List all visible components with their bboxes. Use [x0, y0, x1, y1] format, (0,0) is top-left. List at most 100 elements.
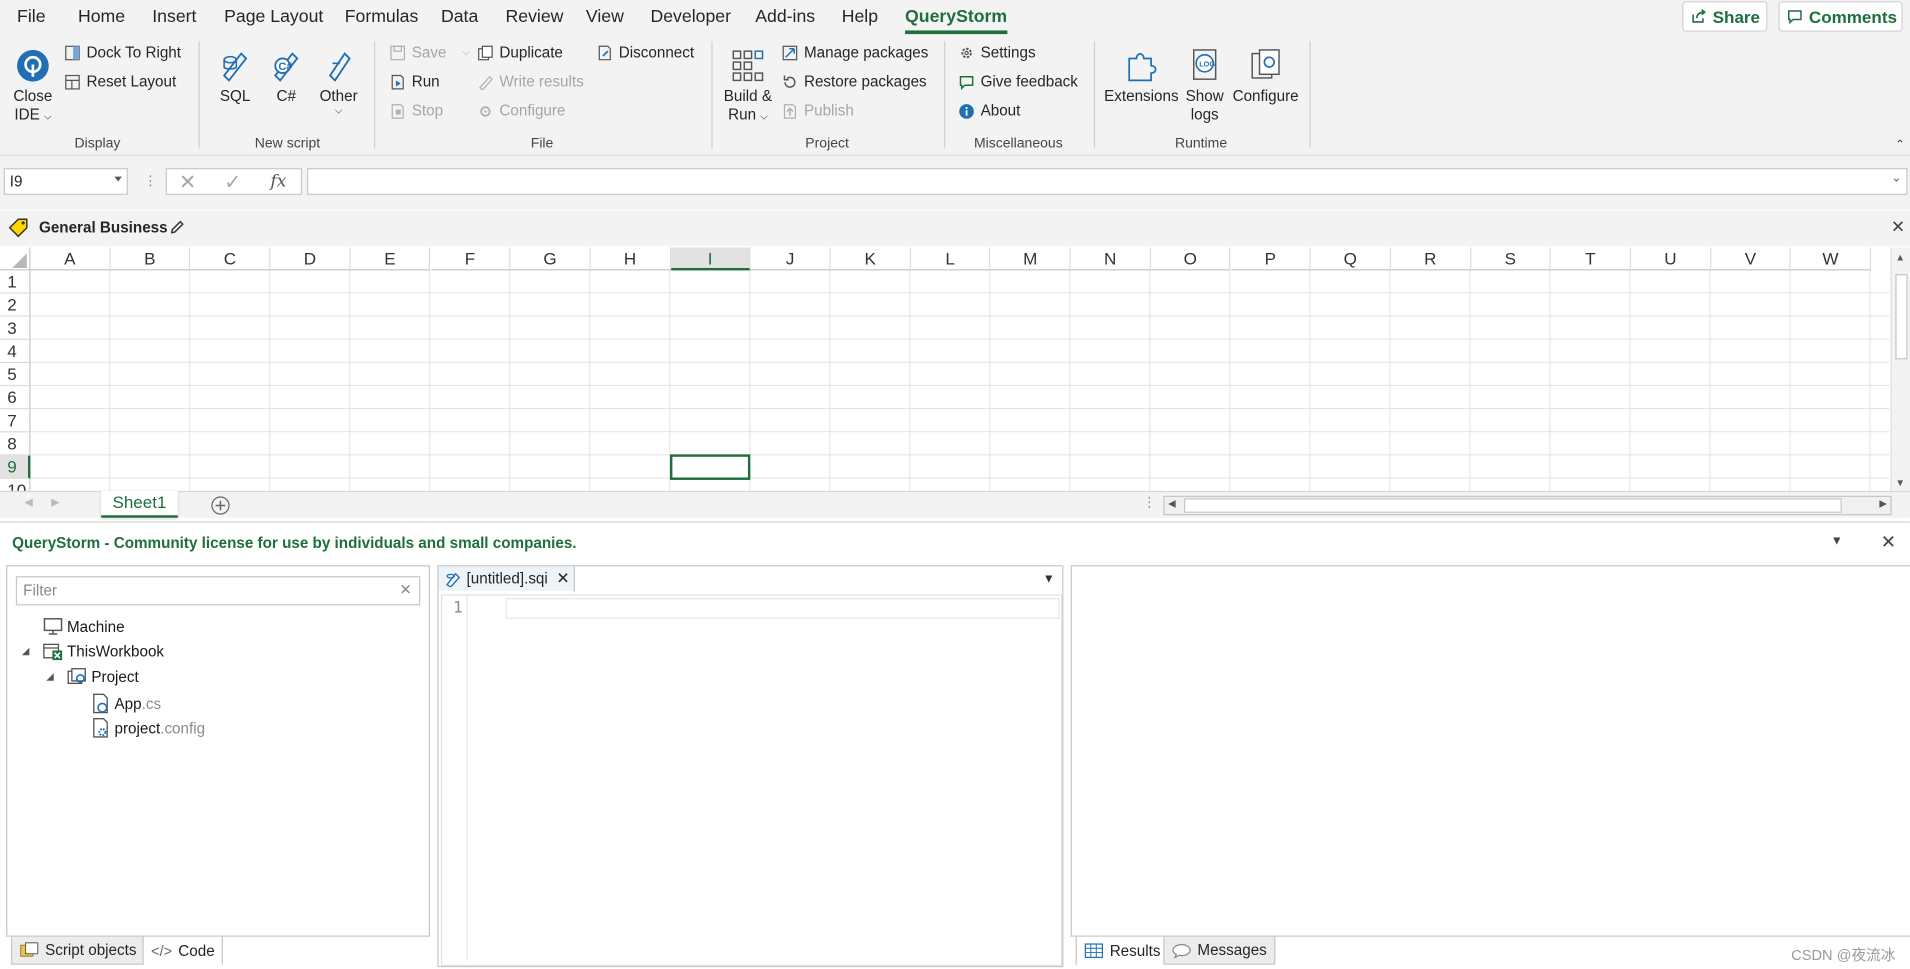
tab-help[interactable]: Help — [842, 7, 878, 26]
row-header[interactable]: 6 — [0, 386, 31, 410]
pencil-icon[interactable] — [169, 219, 185, 235]
column-header[interactable]: A — [30, 247, 111, 271]
run-button[interactable]: Run — [390, 73, 440, 90]
tab-overflow-icon[interactable]: ▼ — [1043, 573, 1055, 586]
row-header[interactable]: 7 — [0, 409, 31, 433]
new-csharp-script-button[interactable]: C# C# — [266, 44, 307, 106]
give-feedback-button[interactable]: Give feedback — [959, 73, 1078, 90]
settings-button[interactable]: Settings — [959, 44, 1036, 61]
column-header[interactable]: M — [990, 247, 1071, 271]
scroll-right-icon[interactable]: ▶ — [1879, 498, 1886, 509]
disconnect-button[interactable]: Disconnect — [597, 44, 694, 61]
column-header[interactable]: P — [1230, 247, 1311, 271]
comments-button[interactable]: Comments — [1778, 1, 1903, 32]
column-header[interactable]: K — [830, 247, 911, 271]
tab-page-layout[interactable]: Page Layout — [224, 7, 323, 26]
expand-triangle-icon[interactable]: ◢ — [22, 646, 39, 657]
insert-function-icon[interactable]: fx — [270, 172, 286, 191]
select-all-corner[interactable] — [0, 247, 31, 271]
configure-file-button[interactable]: Configure — [477, 102, 565, 119]
column-header[interactable]: G — [510, 247, 591, 271]
extensions-button[interactable]: Extensions — [1102, 44, 1180, 106]
column-header[interactable]: R — [1390, 247, 1471, 271]
cancel-icon[interactable]: ✕ — [179, 171, 196, 195]
sheet-tab-sheet1[interactable]: Sheet1 — [101, 490, 178, 518]
cells-area[interactable] — [30, 270, 1890, 491]
horizontal-scrollbar[interactable]: ◀ ▶ — [1163, 495, 1892, 516]
tab-review[interactable]: Review — [506, 7, 564, 26]
tab-home[interactable]: Home — [78, 7, 125, 26]
column-header[interactable]: E — [350, 247, 431, 271]
column-header[interactable]: W — [1791, 247, 1872, 271]
write-results-button[interactable]: Write results — [477, 73, 584, 90]
filter-input[interactable]: Filter ✕ — [15, 576, 421, 606]
stop-button[interactable]: Stop — [390, 102, 443, 119]
tree-item-project[interactable]: ◢ Project — [46, 668, 139, 686]
column-header[interactable]: L — [910, 247, 991, 271]
row-header[interactable]: 1 — [0, 270, 31, 294]
collapse-ribbon-icon[interactable]: ⌃ — [1895, 139, 1905, 152]
column-header[interactable]: C — [190, 247, 271, 271]
tab-file[interactable]: File — [17, 7, 45, 26]
tree-item-app-cs[interactable]: App .cs — [91, 693, 161, 714]
column-header[interactable]: T — [1551, 247, 1632, 271]
show-logs-button[interactable]: LOG Show logs — [1182, 44, 1228, 124]
prev-sheet-icon[interactable]: ◀ — [24, 496, 32, 509]
new-other-script-button[interactable]: Other ⌵ — [314, 44, 363, 116]
scroll-up-icon[interactable]: ▲ — [1895, 252, 1905, 263]
hscrollbar-thumb[interactable] — [1183, 498, 1842, 513]
column-header[interactable]: B — [110, 247, 191, 271]
column-header[interactable]: J — [750, 247, 831, 271]
spreadsheet-grid[interactable]: ABCDEFGHIJKLMNOPQRSTUVW 1 2 3 4 5 6 7 8 9 10 ▲ ▼ — [0, 247, 1910, 491]
split-handle-icon[interactable]: ⋮ — [1143, 495, 1156, 511]
column-header[interactable]: S — [1470, 247, 1551, 271]
row-header[interactable]: 3 — [0, 316, 31, 340]
dock-to-right-button[interactable]: Dock To Right — [65, 44, 181, 61]
tab-add-ins[interactable]: Add-ins — [755, 7, 815, 26]
column-header[interactable]: I — [670, 247, 751, 271]
duplicate-button[interactable]: Duplicate — [477, 44, 563, 61]
column-header[interactable]: O — [1150, 247, 1231, 271]
column-header[interactable]: H — [590, 247, 671, 271]
row-header[interactable]: 2 — [0, 293, 31, 317]
add-sheet-icon[interactable] — [211, 496, 230, 515]
row-header[interactable]: 5 — [0, 362, 31, 387]
close-ide-button[interactable]: Close IDE ⌵ — [7, 44, 58, 126]
scrollbar-thumb[interactable] — [1895, 274, 1908, 360]
tab-results[interactable]: Results — [1075, 935, 1169, 965]
share-button[interactable]: Share — [1682, 1, 1768, 32]
row-header[interactable]: 9 — [0, 455, 31, 479]
reset-layout-button[interactable]: Reset Layout — [65, 73, 176, 90]
new-sql-script-button[interactable]: SQL — [212, 44, 258, 106]
row-header[interactable]: 10 — [0, 478, 31, 491]
column-header[interactable]: F — [430, 247, 511, 271]
row-header[interactable]: 8 — [0, 432, 31, 456]
more-options-icon[interactable]: ⋮ — [144, 173, 157, 189]
column-header[interactable]: Q — [1310, 247, 1391, 271]
close-tab-icon[interactable]: ✕ — [556, 569, 569, 588]
tab-view[interactable]: View — [586, 7, 624, 26]
expand-triangle-icon[interactable]: ◢ — [46, 671, 63, 682]
selected-cell[interactable] — [669, 454, 751, 480]
about-button[interactable]: About — [959, 102, 1020, 119]
enter-icon[interactable]: ✓ — [224, 171, 241, 195]
column-header[interactable]: N — [1070, 247, 1151, 271]
tab-data[interactable]: Data — [441, 7, 478, 26]
row-header[interactable]: 4 — [0, 339, 31, 363]
tab-messages[interactable]: Messages — [1163, 935, 1276, 965]
editor-text-area[interactable]: 1 — [440, 594, 1063, 966]
scroll-left-icon[interactable]: ◀ — [1168, 498, 1175, 509]
save-button[interactable]: Save ⌵ — [390, 44, 470, 61]
tab-formulas[interactable]: Formulas — [345, 7, 419, 26]
tree-item-thisworkbook[interactable]: ◢ ThisWorkbook — [22, 642, 164, 661]
publish-button[interactable]: Publish — [782, 102, 854, 119]
editor-tab-untitled[interactable]: [untitled].sqi ✕ — [438, 566, 575, 594]
chevron-down-icon[interactable] — [114, 176, 122, 182]
next-sheet-icon[interactable]: ▶ — [51, 496, 59, 509]
close-icon[interactable]: ✕ — [1891, 217, 1905, 238]
tree-item-machine[interactable]: Machine — [43, 618, 125, 636]
formula-input[interactable]: ⌄ — [306, 168, 1908, 195]
pane-options-icon[interactable]: ▼ — [1831, 535, 1843, 548]
clear-filter-icon[interactable]: ✕ — [399, 581, 411, 598]
restore-packages-button[interactable]: Restore packages — [782, 73, 927, 90]
